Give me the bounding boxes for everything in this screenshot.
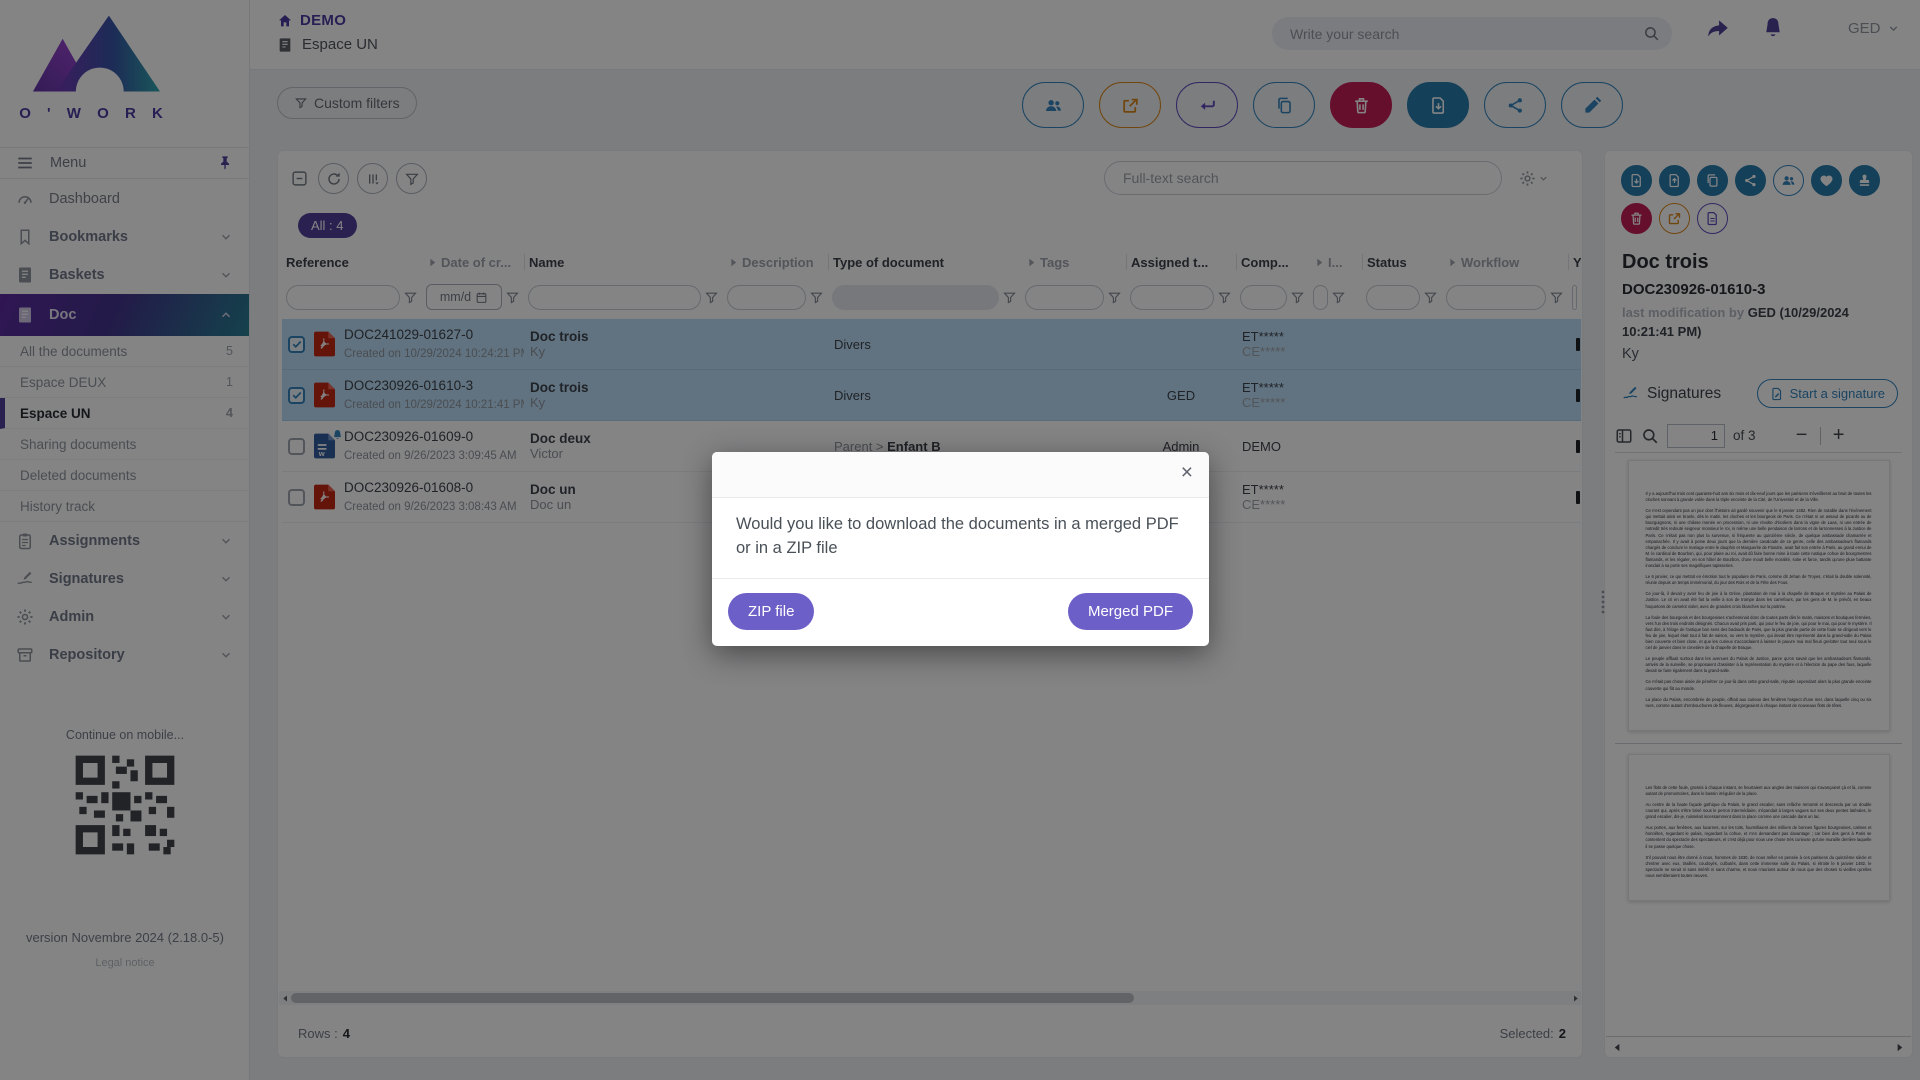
download-choice-dialog: × Would you like to download the documen… [712,452,1209,646]
dialog-footer: ZIP file Merged PDF [712,579,1209,646]
merged-pdf-button[interactable]: Merged PDF [1068,593,1193,630]
app-root: O ' W O R K Menu Dashboard Bookmarks Bas… [0,0,1920,1080]
close-icon[interactable]: × [1181,462,1193,483]
dialog-header: × [712,452,1209,498]
zip-file-button[interactable]: ZIP file [728,593,814,630]
dialog-message: Would you like to download the documents… [712,498,1209,579]
